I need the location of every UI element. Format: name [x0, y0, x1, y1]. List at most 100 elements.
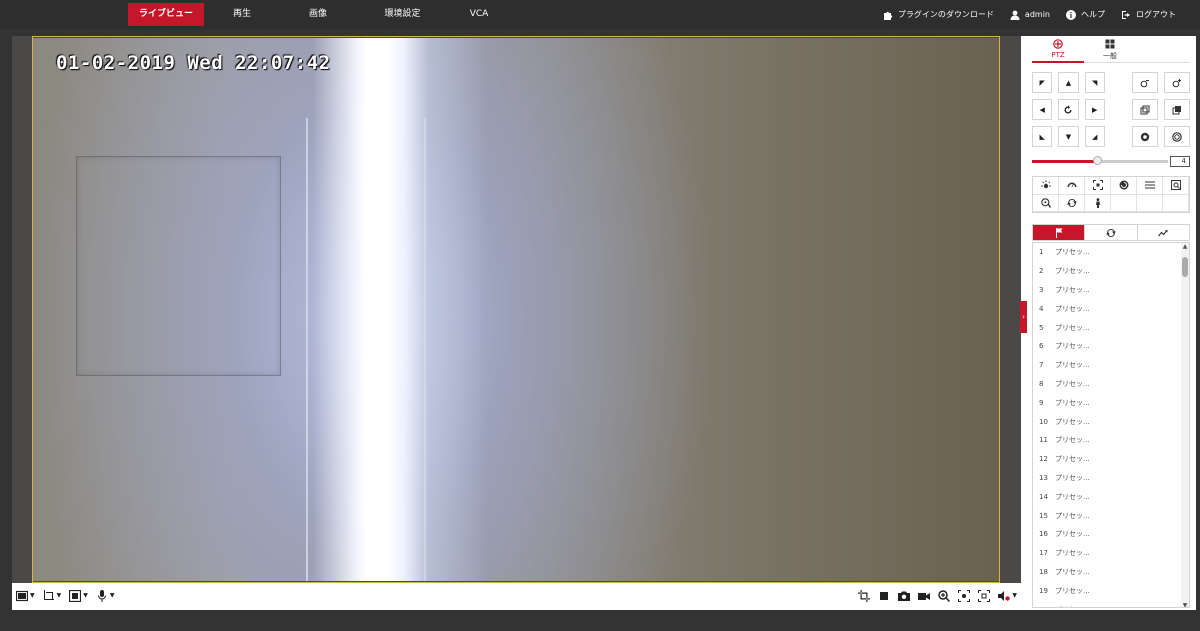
preset-number: 17 — [1039, 549, 1048, 558]
digital-zoom-button[interactable] — [938, 587, 951, 605]
preset-row[interactable]: 3 プリセッ... — [1033, 281, 1189, 300]
regional-focus-button[interactable] — [958, 587, 971, 605]
window-layout-button[interactable]: ▼ — [16, 587, 35, 605]
preset-tabs — [1032, 224, 1190, 241]
preset-row[interactable]: 5 プリセッ... — [1033, 318, 1189, 337]
slider-handle[interactable] — [1093, 156, 1103, 165]
audio-volume-button[interactable]: ▼ — [998, 587, 1017, 605]
tab-patterns[interactable] — [1138, 225, 1189, 240]
preset-row[interactable]: 14 プリセッ... — [1033, 487, 1189, 506]
logout-link[interactable]: ログアウト — [1121, 9, 1176, 20]
zoom-3d-button[interactable] — [1033, 194, 1059, 212]
stream-type-button[interactable]: ▼ — [43, 587, 61, 605]
preset-label: プリセッ... — [1055, 473, 1090, 482]
grid-icon — [1105, 39, 1115, 48]
tab-live-view[interactable]: ライブビュー — [128, 3, 204, 26]
help-link[interactable]: ヘルプ — [1066, 9, 1105, 20]
scroll-thumb[interactable] — [1182, 257, 1188, 277]
preset-row[interactable]: 9 プリセッ... — [1033, 393, 1189, 412]
preset-number: 15 — [1039, 511, 1048, 520]
preset-row[interactable]: 13 プリセッ... — [1033, 469, 1189, 488]
crop-button[interactable] — [858, 587, 871, 605]
video-window[interactable]: 01-02-2019 Wed 22:07:42 — [12, 36, 1021, 583]
preset-number: 6 — [1039, 342, 1044, 351]
pan-down-left-button[interactable]: ◣ — [1032, 126, 1053, 147]
tab-playback[interactable]: 再生 — [204, 3, 280, 26]
pan-right-button[interactable]: ▶ — [1084, 99, 1105, 120]
pan-left-button[interactable]: ◀ — [1032, 99, 1053, 120]
preset-row[interactable]: 4 プリセッ... — [1033, 299, 1189, 318]
preset-row[interactable]: 2 プリセッ... — [1033, 262, 1189, 281]
park-action-button[interactable] — [1085, 194, 1111, 212]
tab-general[interactable]: 一般 — [1084, 36, 1136, 63]
preset-row[interactable]: 7 プリセッ... — [1033, 356, 1189, 375]
tab-ptz[interactable]: PTZ — [1032, 36, 1084, 63]
preset-row[interactable]: 18 プリセッ... — [1033, 563, 1189, 582]
preset-row[interactable]: 15 プリセッ... — [1033, 506, 1189, 525]
main-nav: ライブビュー 再生 画像 環境設定 VCA — [128, 3, 509, 26]
light-icon — [1040, 180, 1051, 189]
auto-pan-button[interactable] — [1058, 99, 1079, 120]
preset-label: プリセッ... — [1055, 511, 1090, 520]
tab-picture[interactable]: 画像 — [280, 3, 356, 26]
stop-all-button[interactable] — [878, 587, 890, 605]
side-tabs: PTZ 一般 — [1032, 36, 1190, 63]
record-button[interactable] — [918, 587, 931, 605]
camera-icon — [898, 591, 911, 601]
ptz-icon — [1053, 38, 1063, 49]
preset-row[interactable]: 19 プリセッ... — [1033, 581, 1189, 600]
plugin-download-link[interactable]: プラグインのダウンロード — [883, 9, 994, 20]
manual-tracking-button[interactable] — [1163, 177, 1189, 195]
tab-patrols[interactable] — [1085, 225, 1138, 240]
tab-configuration[interactable]: 環境設定 — [356, 3, 449, 26]
video-toolbar: ▼ ▼ ▼ ▼ ▼ — [12, 583, 1021, 608]
preset-row[interactable]: 10 プリセッ... — [1033, 412, 1189, 431]
preset-number: 4 — [1039, 304, 1044, 313]
ptz-speed-slider[interactable]: 4 — [1032, 156, 1190, 167]
tilt-down-button[interactable]: ▼ — [1058, 126, 1079, 147]
lens-init-icon — [1119, 180, 1128, 190]
lens-init-button[interactable] — [1111, 177, 1137, 195]
tab-vca[interactable]: VCA — [449, 3, 509, 26]
preset-number: 19 — [1039, 586, 1048, 595]
pan-down-right-button[interactable]: ◢ — [1084, 126, 1105, 147]
auxiliary-focus-button[interactable] — [1085, 177, 1111, 195]
preset-number: 14 — [1039, 492, 1048, 501]
zoom-in-button[interactable] — [1132, 72, 1159, 93]
focus-far-button[interactable] — [1164, 99, 1190, 120]
regional-exposure-button[interactable] — [978, 587, 991, 605]
preset-row[interactable]: 20プリセッ... — [1033, 600, 1189, 607]
scroll-up-arrow[interactable]: ▲ — [1181, 243, 1189, 250]
preset-row[interactable]: 8 プリセッ... — [1033, 375, 1189, 394]
collapse-panel-button[interactable]: › — [1020, 301, 1027, 333]
wiper-button[interactable] — [1059, 177, 1085, 195]
info-icon — [1066, 9, 1076, 20]
focus-near-button[interactable] — [1132, 99, 1159, 120]
audio-talk-button[interactable]: ▼ — [96, 587, 115, 605]
preset-row[interactable]: 1 プリセッ... — [1033, 243, 1189, 262]
tilt-up-button[interactable]: ▲ — [1058, 72, 1079, 93]
window-layout-icon — [16, 590, 28, 601]
pan-up-right-button[interactable]: ◥ — [1084, 72, 1105, 93]
plugin-type-button[interactable]: ▼ — [69, 587, 88, 605]
preset-number: 7 — [1039, 361, 1044, 370]
preset-row[interactable]: 11 プリセッ... — [1033, 431, 1189, 450]
pan-up-left-button[interactable]: ◤ — [1032, 72, 1053, 93]
capture-button[interactable] — [898, 587, 911, 605]
iris-open-button[interactable] — [1132, 126, 1159, 147]
zoom-out-button[interactable] — [1164, 72, 1190, 93]
preset-row[interactable]: 16 プリセッ... — [1033, 525, 1189, 544]
preset-row[interactable]: 12 プリセッ... — [1033, 450, 1189, 469]
tab-presets[interactable] — [1033, 225, 1086, 240]
menu-button[interactable] — [1137, 177, 1163, 195]
preset-row[interactable]: 17 プリセッ... — [1033, 544, 1189, 563]
zoom-3d-icon — [1040, 198, 1051, 208]
preset-row[interactable]: 6 プリセッ... — [1033, 337, 1189, 356]
preset-list-scrollbar[interactable]: ▲ ▼ — [1181, 243, 1189, 607]
iris-close-button[interactable] — [1164, 126, 1190, 147]
one-touch-patrol-button[interactable] — [1059, 194, 1085, 212]
light-button[interactable] — [1033, 177, 1059, 195]
user-menu[interactable]: admin — [1010, 10, 1050, 20]
wall-panel — [76, 156, 281, 376]
pattern-trend-icon — [1158, 229, 1168, 236]
